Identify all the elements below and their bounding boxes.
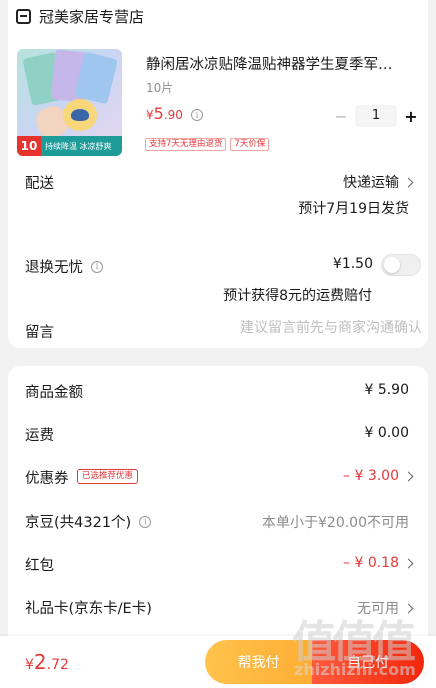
service-tags: 支持7天无理由退货 7天价保 [145,138,270,151]
quantity-value[interactable]: 1 [355,105,397,127]
return-insurance-note-text: 预计获得8元的运费赔付 [223,288,372,304]
service-tag: 7天价保 [230,138,270,151]
chevron-right-icon [403,603,414,613]
total-integer: 2 [33,650,47,674]
hongbao-value[interactable]: – ¥ 0.18 [343,555,414,571]
decrease-button[interactable]: − [331,106,351,126]
shop-name: 冠美家居专营店 [39,7,145,26]
return-insurance-row: 退换无忧 i [25,256,103,277]
return-insurance-price-text: ¥1.50 [332,256,373,272]
jingdou-value: 本单小于¥20.00不可用 [262,512,409,532]
return-insurance-toggle[interactable] [381,254,421,276]
product-price: ¥ 5 .90 [146,104,183,123]
jingdou-label: 京豆(共4321个) [25,515,132,531]
coupon-label: 优惠券 [25,471,69,487]
total-price: ¥ 2 .72 [25,650,69,674]
jingdou-row: 京豆(共4321个) i [25,511,152,532]
checkout-bar: ¥ 2 .72 帮我付 自己付 [0,636,436,688]
giftcard-value[interactable]: 无可用 [357,598,414,618]
total-currency: ¥ [25,657,34,673]
chevron-right-icon [403,177,414,187]
thumb-banner-count: 10 [17,136,41,156]
shipping-fee-value: ¥ 0.00 [364,425,409,441]
jingdou-value-text: 本单小于¥20.00不可用 [262,515,409,531]
quantity-stepper: − 1 + [331,103,421,129]
shop-header[interactable]: 冠美家居专营店 [16,4,144,28]
return-insurance-price: ¥1.50 [333,256,373,272]
thumb-bear [63,99,97,131]
store-icon [16,8,31,24]
price-integer: 5 [153,104,164,123]
giftcard-label: 礼品卡(京东卡/E卡) [25,601,152,617]
product-spec: 10片 [146,81,174,95]
total-decimal: .72 [46,657,69,673]
goods-amount-value: ¥ 5.90 [364,382,409,398]
goods-amount-label: 商品金额 [25,385,83,401]
product-title[interactable]: 静闲居冰凉贴降温贴神器学生夏季军… [146,53,420,74]
return-insurance-label: 退换无忧 [25,260,83,276]
price-decimal: .90 [163,108,183,122]
thumb-banner-text: 持续降温 冰凉舒爽 [45,141,112,151]
coupon-recommended-badge: 已选推荐优惠 [77,469,139,484]
pay-button[interactable]: 自己付 [312,640,424,684]
coupon-value-text: – ¥ 3.00 [343,468,399,484]
info-icon[interactable]: i [139,515,152,528]
thumb-banner: 10 持续降温 冰凉舒爽 [17,136,122,156]
service-tag: 支持7天无理由退货 [145,138,227,151]
chevron-right-icon [403,558,414,568]
delivery-label: 配送 [25,176,54,192]
product-thumbnail[interactable]: 10 持续降温 冰凉舒爽 [17,49,122,156]
coupon-value[interactable]: – ¥ 3.00 [343,468,414,484]
delivery-estimate-text: 预计7月19日发货 [298,201,409,217]
delivery-method[interactable]: 快递运输 [343,172,414,192]
shipping-fee-label: 运费 [25,428,54,444]
hongbao-label: 红包 [25,558,54,574]
message-label: 留言 [25,325,54,341]
chevron-right-icon [403,471,414,481]
price-info-icon[interactable]: i [191,109,203,121]
delivery-method-text: 快递运输 [343,175,399,191]
help-pay-button[interactable]: 帮我付 [205,640,312,684]
hongbao-value-text: – ¥ 0.18 [343,555,399,571]
increase-button[interactable]: + [401,106,421,126]
shipping-fee-text: ¥ 0.00 [364,425,409,441]
giftcard-value-text: 无可用 [357,601,399,617]
delivery-estimate: 预计7月19日发货 [298,198,409,218]
goods-amount-text: ¥ 5.90 [364,382,409,398]
price-currency: ¥ [146,108,154,122]
info-icon[interactable]: i [91,260,103,273]
return-insurance-note: 预计获得8元的运费赔付 [223,285,372,305]
message-input[interactable] [160,320,422,336]
